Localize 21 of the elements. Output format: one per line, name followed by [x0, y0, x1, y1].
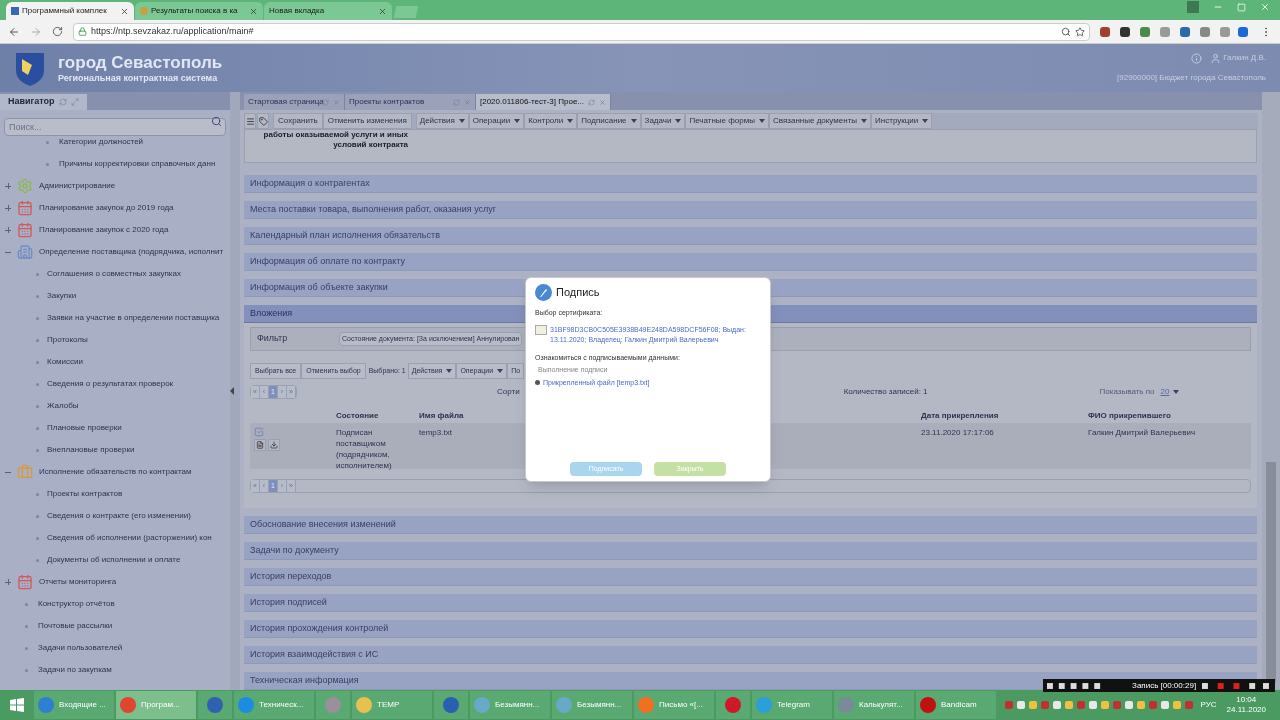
form-label: работы оказываемой услуги и иных — [263, 130, 408, 140]
filter-label: Фильтр — [257, 332, 289, 346]
column-header: Имя файла — [419, 410, 465, 422]
site-subtitle: Региональная контрактная система — [58, 73, 219, 85]
recording-time: Запись [00:00:29] — [1132, 679, 1197, 692]
owner-cell: Галкин Дмитрий Валерьевич — [1088, 427, 1196, 439]
record-count: Количество записей: 1 — [843, 386, 928, 398]
status-cell-text: Подписан поставщиком (подрядчиком, исполнителем) — [336, 427, 393, 471]
column-header: ФИО прикрепившего — [1088, 410, 1172, 422]
clock-date: 24.11.2020 — [1226, 705, 1266, 715]
column-header: Дата прикрепления — [921, 410, 1000, 422]
site-title: город Севастополь — [58, 51, 223, 73]
sort-label: Сорти — [497, 386, 520, 398]
page-size-label: Показывать по — [1099, 386, 1155, 398]
dialog-title: Подпись — [556, 285, 600, 301]
organization-label: [92900000] Бюджет города Севастополь — [1117, 72, 1266, 84]
clock-time: 10:04 — [1236, 695, 1257, 705]
file-name-cell: temp3.txt — [419, 427, 452, 439]
form-label: условий контракта — [333, 140, 408, 150]
date-cell: 23.11.2020 17:17:06 — [921, 427, 994, 439]
column-header: Состояние — [336, 410, 380, 422]
